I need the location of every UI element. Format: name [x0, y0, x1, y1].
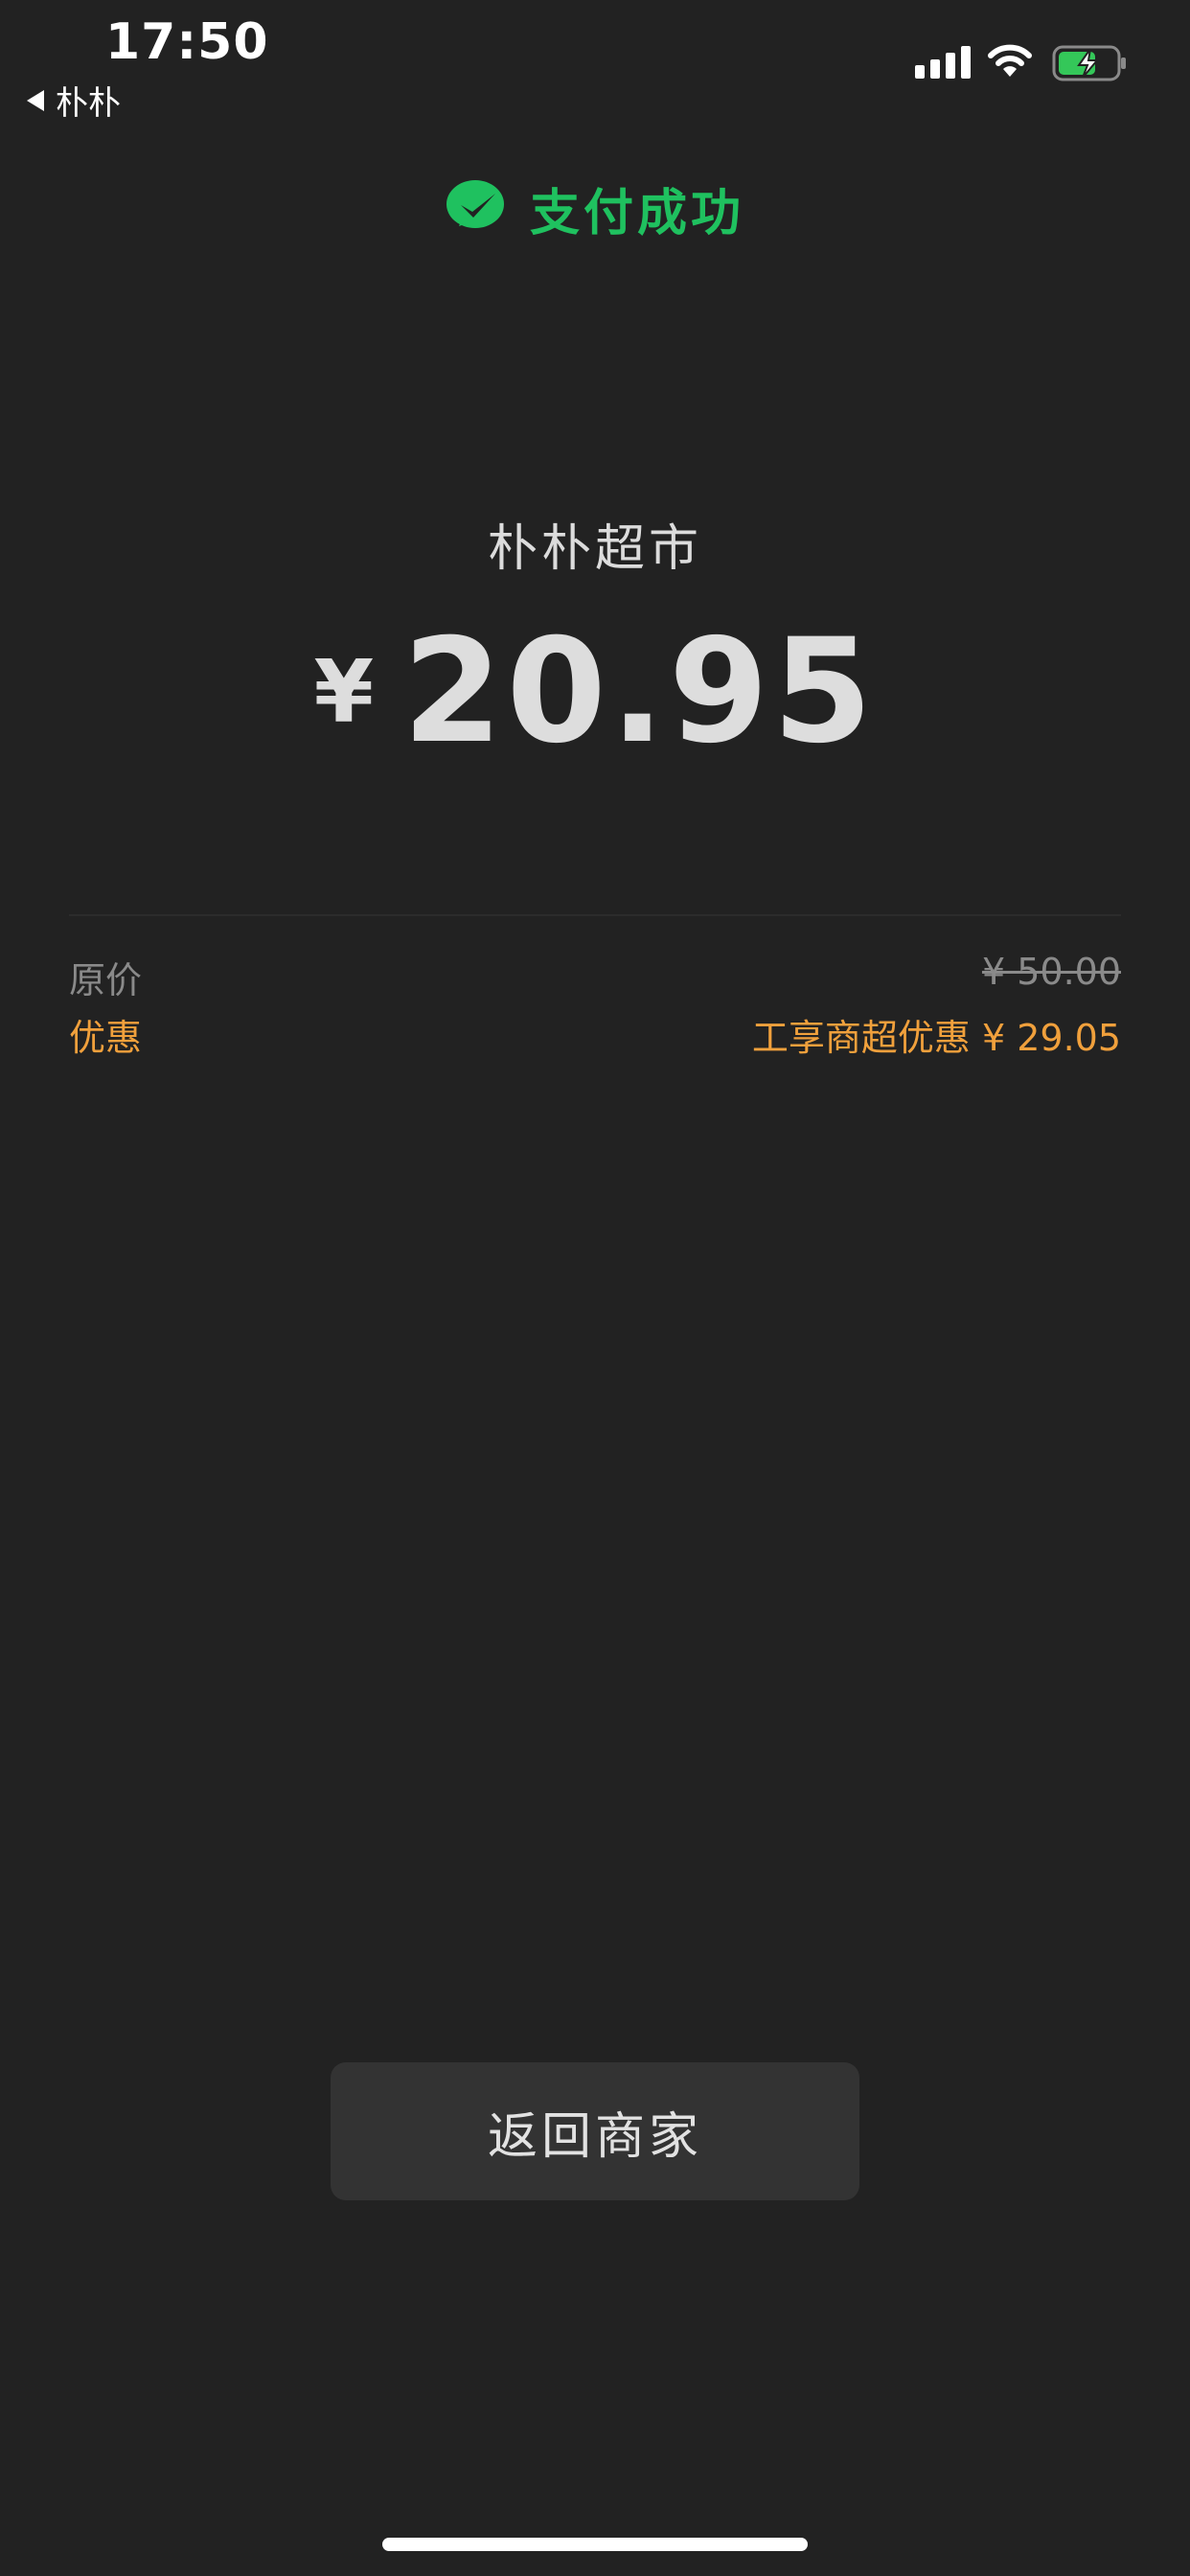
home-indicator[interactable]: [382, 2538, 808, 2551]
payment-success-header: 支付成功: [0, 172, 1190, 244]
wechat-pay-icon: [446, 178, 509, 240]
merchant-name: 朴朴超市: [487, 520, 702, 578]
back-app-label: 朴朴: [56, 84, 121, 123]
status-time: 17:50: [105, 13, 269, 71]
cellular-signal-icon: [915, 46, 971, 79]
original-price-row: 原价 ¥ 50.00: [69, 951, 1121, 1003]
original-price-value: ¥ 50.00: [981, 951, 1121, 993]
amount-value: 20.95: [402, 609, 877, 775]
back-to-app-link[interactable]: 朴朴: [27, 77, 121, 124]
return-to-merchant-button[interactable]: 返回商家: [331, 2062, 859, 2200]
payment-success-title: 支付成功: [529, 185, 744, 242]
original-price-label: 原价: [69, 959, 143, 1001]
discount-row: 优惠 工享商超优惠 ¥ 29.05: [69, 1008, 1121, 1061]
battery-charging-icon: [1052, 44, 1129, 86]
back-arrow-icon: [27, 89, 44, 111]
payment-amount: ¥ 20.95: [0, 613, 1190, 771]
discount-label: 优惠: [69, 1017, 143, 1059]
currency-symbol: ¥: [313, 642, 375, 743]
wifi-icon: [987, 42, 1033, 84]
discount-value: 工享商超优惠 ¥ 29.05: [751, 1017, 1121, 1059]
divider: [69, 914, 1121, 916]
